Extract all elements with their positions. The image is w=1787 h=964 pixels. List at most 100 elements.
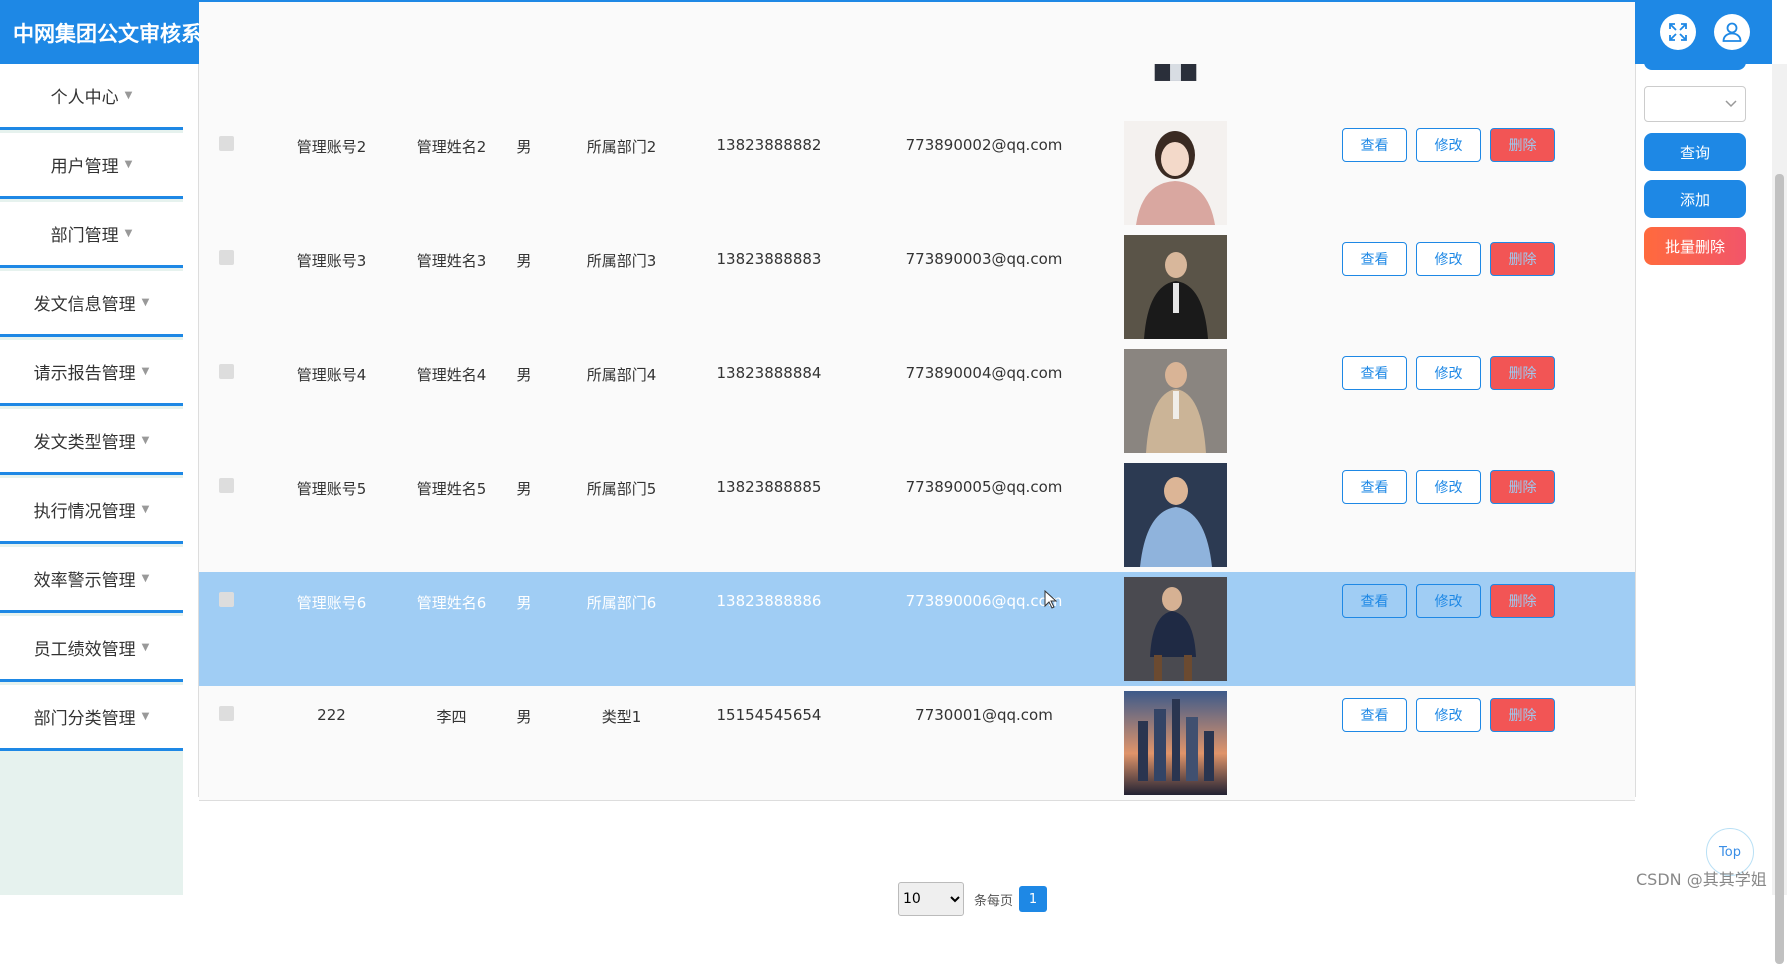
cell-name: 李四: [436, 708, 467, 726]
sidebar-item-department-management[interactable]: 部门管理 ▼: [0, 202, 183, 268]
sidebar-item-label: 部门管理: [50, 226, 119, 246]
watermark: CSDN @其其学姐: [1636, 870, 1767, 889]
page-size-select[interactable]: 10: [898, 882, 964, 916]
edit-button[interactable]: 修改: [1416, 128, 1481, 162]
sidebar-item-label: 效率警示管理: [33, 571, 136, 591]
delete-button[interactable]: 删除: [1490, 128, 1555, 162]
caret-down-icon: ▼: [124, 228, 133, 239]
sidebar-item-document-info[interactable]: 发文信息管理 ▼: [0, 271, 183, 337]
cell-phone: 13823888882: [716, 136, 822, 154]
vertical-scrollbar[interactable]: [1772, 64, 1787, 964]
scrollbar-thumb[interactable]: [1775, 174, 1784, 964]
cell-phone: 13823888885: [716, 478, 822, 496]
cell-email: 773890005@qq.com: [905, 478, 1063, 496]
sidebar-item-department-category[interactable]: 部门分类管理 ▼: [0, 685, 183, 751]
cell-account: 管理账号4: [296, 366, 367, 384]
edit-button[interactable]: 修改: [1416, 698, 1481, 732]
photo-thumbnail: [1124, 121, 1227, 225]
delete-button[interactable]: 删除: [1490, 584, 1555, 618]
photo-thumbnail: [1124, 235, 1227, 339]
caret-down-icon: ▼: [141, 642, 150, 653]
sidebar-item-label: 执行情况管理: [33, 502, 136, 522]
cell-phone: 13823888886: [716, 592, 822, 610]
cell-account: 管理账号6: [296, 594, 367, 612]
sidebar-item-user-management[interactable]: 用户管理 ▼: [0, 133, 183, 199]
sidebar-item-label: 部门分类管理: [33, 709, 136, 729]
view-button[interactable]: 查看: [1342, 356, 1407, 390]
view-button[interactable]: 查看: [1342, 470, 1407, 504]
row-checkbox[interactable]: [219, 478, 234, 493]
sidebar-item-execution-status[interactable]: 执行情况管理 ▼: [0, 478, 183, 544]
view-button[interactable]: 查看: [1342, 128, 1407, 162]
sidebar-item-request-report[interactable]: 请示报告管理 ▼: [0, 340, 183, 406]
cell-department: 所属部门4: [586, 366, 657, 384]
cell-name: 管理姓名3: [416, 252, 487, 270]
photo-thumbnail: [1124, 577, 1227, 681]
delete-button[interactable]: 删除: [1490, 356, 1555, 390]
cell-gender: 男: [516, 252, 532, 270]
photo-thumbnail: [1124, 349, 1227, 453]
cell-department: 所属部门2: [586, 138, 657, 156]
cell-phone: 13823888884: [716, 364, 822, 382]
caret-down-icon: ▼: [124, 159, 133, 170]
cell-gender: 男: [516, 480, 532, 498]
edit-button[interactable]: 修改: [1416, 470, 1481, 504]
caret-down-icon: ▼: [141, 297, 150, 308]
photo-thumbnail: [1124, 691, 1227, 795]
search-button[interactable]: 查询: [1644, 133, 1746, 171]
edit-button[interactable]: 修改: [1416, 584, 1481, 618]
fullscreen-icon[interactable]: [1660, 14, 1696, 50]
cell-department: 所属部门5: [586, 480, 657, 498]
add-button[interactable]: 添加: [1644, 180, 1746, 218]
cell-gender: 男: [516, 594, 532, 612]
delete-button[interactable]: 删除: [1490, 698, 1555, 732]
table-row: 管理账号3 管理姓名3 男 所属部门3 13823888883 77389000…: [199, 230, 1635, 345]
caret-down-icon: ▼: [141, 435, 150, 446]
table-row: 管理账号4 管理姓名4 男 所属部门4 13823888884 77389000…: [199, 344, 1635, 459]
user-icon[interactable]: [1714, 14, 1750, 50]
row-checkbox[interactable]: [219, 592, 234, 607]
edit-button[interactable]: 修改: [1416, 356, 1481, 390]
partial-button[interactable]: [1644, 58, 1746, 70]
sidebar-item-label: 个人中心: [50, 88, 119, 108]
sidebar-item-document-type[interactable]: 发文类型管理 ▼: [0, 409, 183, 475]
cell-name: 管理姓名6: [416, 594, 487, 612]
cell-email: 7730001@qq.com: [915, 706, 1053, 724]
mouse-cursor-icon: [1044, 590, 1058, 609]
cell-gender: 男: [516, 708, 532, 726]
sidebar-item-personal-center[interactable]: 个人中心 ▼: [0, 64, 183, 130]
cell-name: 管理姓名4: [416, 366, 487, 384]
cell-name: 管理姓名2: [416, 138, 487, 156]
cell-name: 管理姓名5: [416, 480, 487, 498]
row-checkbox[interactable]: [219, 706, 234, 721]
cell-phone: 15154545654: [716, 706, 822, 724]
view-button[interactable]: 查看: [1342, 698, 1407, 732]
table-row: 管理账号2 管理姓名2 男 所属部门2 13823888882 77389000…: [199, 116, 1635, 231]
cell-email: 773890004@qq.com: [905, 364, 1063, 382]
row-checkbox[interactable]: [219, 364, 234, 379]
pagination: 10 条每页 1: [898, 882, 1048, 916]
page-button-current[interactable]: 1: [1019, 886, 1048, 912]
cell-account: 管理账号3: [296, 252, 367, 270]
per-page-label: 条每页: [974, 893, 1014, 909]
data-table: 管理账号2 管理姓名2 男 所属部门2 13823888882 77389000…: [198, 2, 1636, 801]
delete-button[interactable]: 删除: [1490, 242, 1555, 276]
view-button[interactable]: 查看: [1342, 242, 1407, 276]
row-checkbox[interactable]: [219, 250, 234, 265]
batch-delete-button[interactable]: 批量删除: [1644, 227, 1746, 265]
cell-email: 773890002@qq.com: [905, 136, 1063, 154]
row-checkbox[interactable]: [219, 136, 234, 151]
edit-button[interactable]: 修改: [1416, 242, 1481, 276]
cell-gender: 男: [516, 138, 532, 156]
caret-down-icon: ▼: [141, 366, 150, 377]
caret-down-icon: ▼: [124, 90, 133, 101]
photo-thumbnail: [1124, 463, 1227, 567]
filter-select[interactable]: [1644, 86, 1746, 122]
table-row: [199, 2, 1635, 117]
sidebar-item-employee-performance[interactable]: 员工绩效管理 ▼: [0, 616, 183, 682]
caret-down-icon: ▼: [141, 711, 150, 722]
delete-button[interactable]: 删除: [1490, 470, 1555, 504]
view-button[interactable]: 查看: [1342, 584, 1407, 618]
sidebar-item-efficiency-warning[interactable]: 效率警示管理 ▼: [0, 547, 183, 613]
sidebar-item-label: 发文信息管理: [33, 295, 136, 315]
